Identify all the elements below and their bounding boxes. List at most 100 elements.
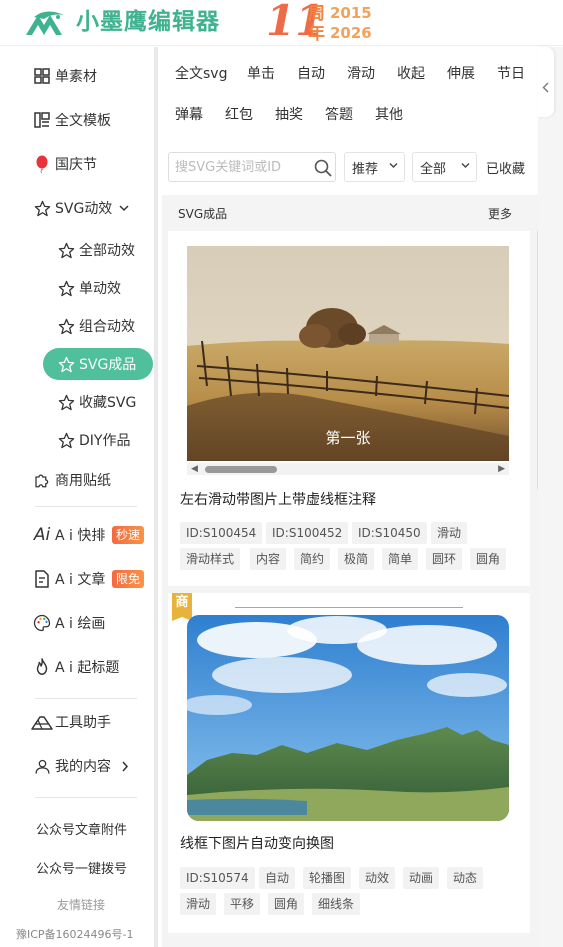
chevron-left-icon[interactable]	[542, 82, 549, 96]
tag[interactable]: 圆环	[426, 548, 463, 570]
tag[interactable]: 简约	[294, 548, 331, 570]
sidebar-sub-combo-animation[interactable]: 组合动效	[0, 308, 150, 344]
free-badge: 限免	[112, 570, 145, 588]
sidebar-item-label: 组合动效	[79, 319, 135, 335]
brand-name[interactable]: 小墨鹰编辑器	[76, 8, 220, 36]
eagle-logo-icon[interactable]	[24, 9, 68, 37]
filter-auto[interactable]: 自动	[297, 64, 325, 84]
tag[interactable]: 轮播图	[303, 867, 352, 889]
commercial-badge: 商	[172, 593, 192, 621]
template-card[interactable]: 第一张 ◀ ▶ 左右滑动带图片上带虚线框注释 ID:S100454 ID:S10…	[168, 231, 530, 586]
sidebar-item-label: A i 起标题	[55, 660, 120, 676]
sidebar-item-label: 工具助手	[55, 715, 111, 731]
sidebar-item-tools[interactable]: 工具助手	[0, 704, 150, 740]
tag[interactable]: 滑动	[180, 893, 217, 915]
filter-red-packet[interactable]: 红包	[225, 105, 253, 125]
link-article-attachment[interactable]: 公众号文章附件	[36, 819, 127, 838]
filter-quiz[interactable]: 答题	[325, 105, 353, 125]
tag[interactable]: 自动	[259, 867, 296, 889]
scroll-left-icon[interactable]: ◀	[191, 464, 198, 474]
filter-holiday[interactable]: 节日	[497, 64, 525, 84]
card-title[interactable]: 线框下图片自动变向换图	[180, 833, 334, 853]
scroll-right-icon[interactable]: ▶	[498, 464, 505, 474]
sidebar-item-label: 我的内容	[55, 759, 111, 775]
search-icon[interactable]	[314, 159, 332, 177]
palette-icon	[33, 614, 51, 632]
tag[interactable]: 细线条	[312, 893, 361, 915]
tag[interactable]: 平移	[224, 893, 261, 915]
icp-record[interactable]: 豫ICP备16024496号-1	[16, 926, 134, 942]
sidebar-sub-favorite-svg[interactable]: 收藏SVG	[0, 384, 150, 420]
star-icon	[57, 317, 75, 335]
sidebar-item-commercial-stickers[interactable]: 商用贴纸	[0, 462, 150, 498]
grid-icon	[33, 67, 51, 85]
tag[interactable]: 极简	[338, 548, 375, 570]
friend-links[interactable]: 友情链接	[57, 896, 105, 913]
scrollbar-thumb[interactable]	[205, 466, 277, 473]
sidebar-item-label: A i 文章	[55, 572, 106, 588]
template-card[interactable]: 商 线框下图片自动变向换图 ID:S10574 自动 轮播图 动效 动画 动态 …	[168, 593, 530, 933]
tools-icon	[31, 713, 53, 731]
puzzle-icon	[33, 471, 51, 489]
landscape-painting-image[interactable]: 第一张	[187, 246, 509, 461]
tag[interactable]: 圆角	[268, 893, 305, 915]
filter-danmaku[interactable]: 弹幕	[175, 105, 203, 125]
filter-click[interactable]: 单击	[247, 64, 275, 84]
filter-lottery[interactable]: 抽奖	[275, 105, 303, 125]
sidebar-item-national-day[interactable]: 国庆节	[0, 146, 150, 182]
scope-dropdown[interactable]: 全部	[412, 152, 477, 182]
sort-dropdown[interactable]: 推荐	[344, 152, 405, 182]
tag[interactable]: ID:S100452	[266, 522, 349, 544]
tag[interactable]: ID:S10574	[180, 867, 255, 889]
sidebar-item-ai-article[interactable]: A i 文章 限免	[0, 561, 150, 597]
tag[interactable]: 滑动	[431, 522, 468, 544]
chevron-down-icon	[119, 200, 129, 216]
sort-value: 推荐	[352, 161, 379, 177]
sidebar-item-ai-title[interactable]: A i 起标题	[0, 649, 150, 685]
mountain-sky-image[interactable]	[187, 615, 509, 821]
filter-collapse[interactable]: 收起	[397, 64, 425, 84]
tag[interactable]: 动态	[447, 867, 484, 889]
sidebar-item-svg-animation[interactable]: SVG动效	[0, 190, 150, 226]
sidebar-item-label: 单素材	[55, 69, 97, 85]
tag[interactable]: 动效	[359, 867, 396, 889]
tag[interactable]: ID:S100454	[180, 522, 263, 544]
sidebar-item-single-material[interactable]: 单素材	[0, 58, 150, 94]
sidebar-item-label: SVG成品	[79, 357, 137, 373]
tag[interactable]: 简单	[382, 548, 419, 570]
sidebar-sub-all-animation[interactable]: 全部动效	[0, 232, 150, 268]
sidebar-item-ai-quick-layout[interactable]: Ai A i 快排 秒速	[0, 517, 150, 553]
frame-line	[235, 607, 463, 608]
tag[interactable]: 圆角	[470, 548, 507, 570]
sidebar-item-ai-painting[interactable]: A i 绘画	[0, 605, 150, 641]
sidebar-item-full-template[interactable]: 全文模板	[0, 102, 150, 138]
sidebar-item-label: SVG动效	[55, 201, 113, 217]
link-one-click-dial[interactable]: 公众号一键拨号	[36, 858, 127, 877]
fire-icon	[33, 658, 51, 676]
filter-full-svg[interactable]: 全文svg	[175, 64, 227, 84]
favorites-link[interactable]: 已收藏	[486, 158, 525, 177]
tag[interactable]: 内容	[250, 548, 287, 570]
sidebar-sub-single-animation[interactable]: 单动效	[0, 270, 150, 306]
sidebar-sub-svg-products[interactable]: SVG成品	[43, 348, 153, 380]
sidebar-sub-diy-works[interactable]: DIY作品	[0, 422, 150, 458]
search-box	[168, 152, 336, 182]
filter-expand[interactable]: 伸展	[447, 64, 475, 84]
star-icon	[33, 199, 51, 217]
tag[interactable]: 动画	[403, 867, 440, 889]
more-link[interactable]: 更多	[488, 205, 512, 222]
document-icon	[33, 570, 51, 588]
horizontal-scrollbar[interactable]: ◀ ▶	[187, 463, 509, 475]
speed-badge: 秒速	[112, 526, 145, 544]
tag[interactable]: ID:S10450	[352, 522, 427, 544]
scope-value: 全部	[420, 161, 447, 177]
sidebar-item-my-content[interactable]: 我的内容	[0, 748, 150, 784]
tag[interactable]: 滑动样式	[180, 548, 241, 570]
search-input[interactable]	[175, 157, 311, 177]
template-icon	[33, 111, 51, 129]
star-icon	[57, 431, 75, 449]
filter-slide[interactable]: 滑动	[347, 64, 375, 84]
filter-other[interactable]: 其他	[375, 105, 403, 125]
card-title[interactable]: 左右滑动带图片上带虚线框注释	[180, 489, 376, 509]
app-header: 小墨鹰编辑器 11 周 年 2015 2026	[0, 0, 563, 46]
